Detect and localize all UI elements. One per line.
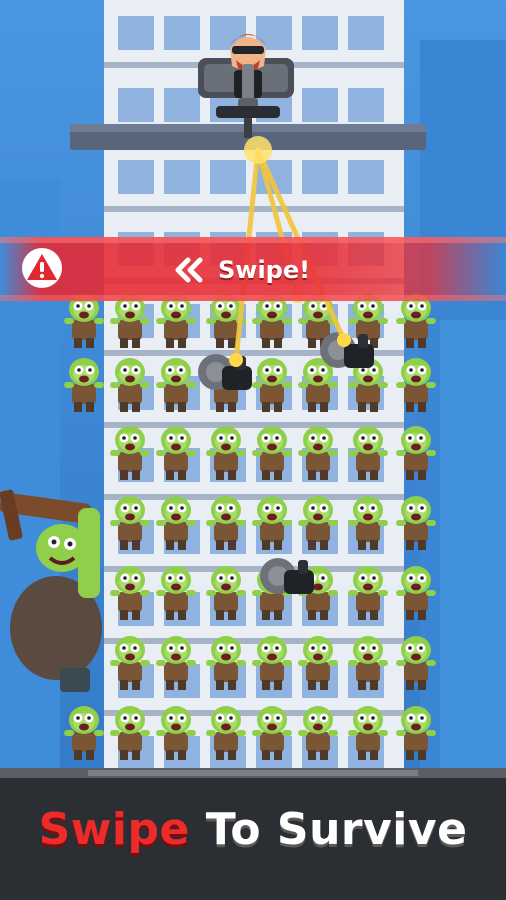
tower-base-step [88,770,418,776]
double-chevron-left-icon [170,256,210,284]
muzzle-flash [244,136,272,164]
bullet-impact [337,333,351,347]
caption-to-survive: To Survive [205,804,468,855]
warning-triangle-icon [22,248,62,288]
swipe-prompt-label: Swipe! [218,256,311,284]
banner-highlight [0,295,506,301]
promo-caption: Swipe To Survive [0,800,506,860]
bullet-impact [229,353,243,367]
game-scene[interactable]: Swipe! Swipe To Survive [0,0,506,900]
caption-word-swipe: Swipe [38,804,190,855]
banner-highlight [0,237,506,243]
bullet-trails [229,136,351,367]
